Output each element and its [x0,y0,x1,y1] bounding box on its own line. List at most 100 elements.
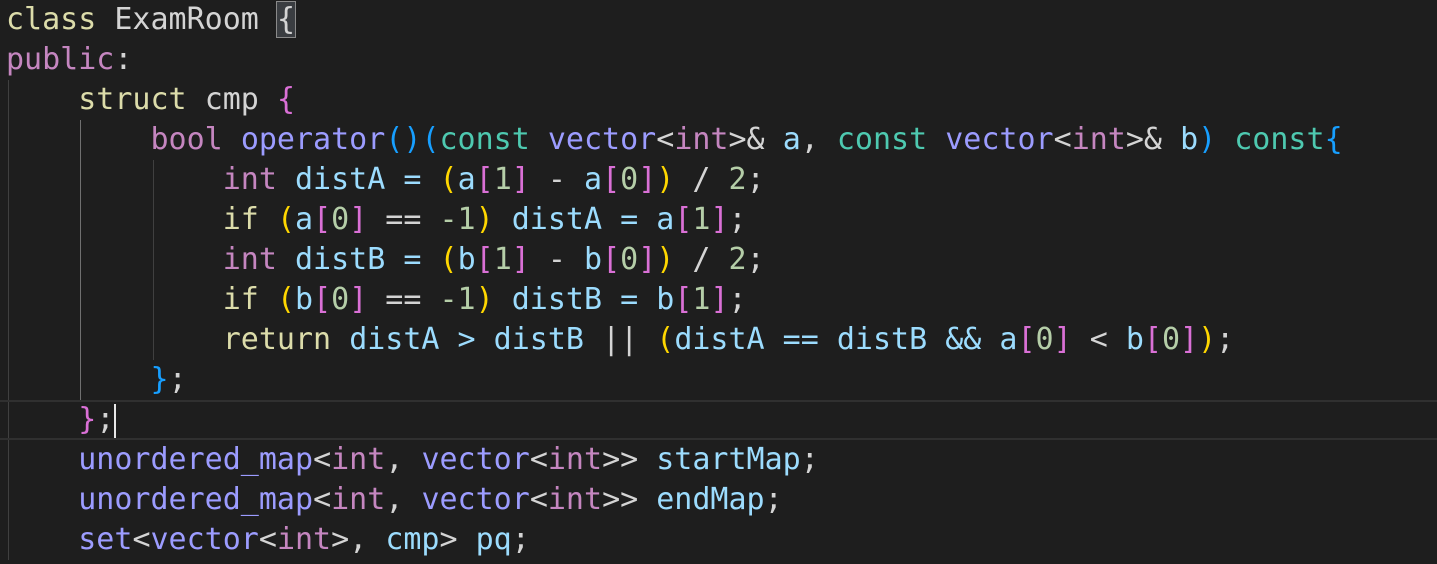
code-line[interactable]: return distA > distB || (distA == distB … [0,320,1437,360]
code-token: unordered_map [78,442,314,477]
code-token: >> [602,482,657,517]
indent-guide [8,480,9,520]
code-line[interactable]: }; [0,400,1437,440]
code-token: >, [331,522,386,557]
code-token: ; [96,402,115,437]
indent-guide [80,320,82,360]
code-line[interactable]: struct cmp { [0,80,1437,120]
code-token: [ [475,162,494,197]
code-token: struct [78,82,205,117]
code-token: distA = [493,202,657,237]
code-token: ( [421,122,440,157]
code-token: / [674,162,729,197]
code-token: ] [1053,322,1072,357]
code-token: ] [1180,322,1199,357]
code-line[interactable]: int distB = (b[1] - b[0]) / 2; [0,240,1437,280]
code-token: int [547,442,603,477]
indent-guide [8,160,9,200]
code-token: >& [1125,122,1181,157]
code-token: if [222,282,277,317]
code-token: cmp [204,82,277,117]
code-token: ; [1216,322,1235,357]
code-token: int [222,242,295,277]
code-token: unordered_map [78,482,314,517]
indent-guide [152,240,154,280]
code-token: , [800,122,837,157]
code-token: [ [475,242,494,277]
code-line[interactable]: }; [0,360,1437,400]
code-line[interactable]: unordered_map<int, vector<int>> endMap; [0,480,1437,520]
code-token: () [385,122,422,157]
code-line[interactable]: if (a[0] == -1) distA = a[1]; [0,200,1437,240]
code-token: ExamRoom [114,2,277,37]
code-token: vector [150,522,259,557]
code-token: int [331,442,386,477]
code-editor[interactable]: class ExamRoom {public: struct cmp { boo… [0,0,1437,564]
code-token: ( [276,282,295,317]
code-token: [ [1017,322,1036,357]
code-token: a [584,162,603,197]
code-token: ] [638,242,657,277]
code-token: ; [728,282,747,317]
code-token: < [529,442,548,477]
code-token: ; [764,482,783,517]
code-token: [ [674,202,693,237]
code-token: const [836,122,946,157]
code-token: < [529,482,548,517]
indent-guide [152,320,154,360]
code-token: b [457,242,476,277]
code-line[interactable]: unordered_map<int, vector<int>> startMap… [0,440,1437,480]
code-line[interactable]: if (b[0] == -1) distB = b[1]; [0,280,1437,320]
code-token: ; [800,442,819,477]
indent-guide [8,280,9,320]
code-token: set [78,522,133,557]
indent-guide [80,200,82,240]
code-token: - [529,242,584,277]
indent-guide [80,160,82,200]
code-token: || [602,322,657,357]
code-token: - [529,162,584,197]
code-token: int [674,122,729,157]
code-token: ( [656,322,675,357]
code-token: int [331,482,386,517]
indent-guide [8,360,9,400]
code-token: int [276,522,332,557]
code-token: 1 [493,242,512,277]
code-token: const [439,122,548,157]
indent-guide [152,280,154,320]
indent-guide [152,160,154,200]
code-line[interactable]: bool operator()(const vector<int>& a, co… [0,120,1437,160]
code-token: 1 [493,162,512,197]
code-token: vector [421,482,530,517]
code-line[interactable]: int distA = (a[1] - a[0]) / 2; [0,160,1437,200]
code-line[interactable]: public: [0,40,1437,80]
code-token: ] [638,162,657,197]
code-token: ; [728,202,747,237]
code-token: , [385,482,422,517]
code-token: 0 [331,282,350,317]
matched-bracket: { [275,1,297,38]
code-token: -1 [439,202,476,237]
indent-guide [8,120,9,160]
code-token: ) [656,162,675,197]
code-token: a [656,202,675,237]
code-token: 0 [620,242,639,277]
code-token: ; [511,522,530,557]
code-token: b [295,282,314,317]
code-token: } [150,362,169,397]
code-line[interactable]: class ExamRoom { [0,0,1437,40]
code-token: 0 [1035,322,1054,357]
code-token: 2 [728,162,747,197]
code-token: ) [475,282,494,317]
code-token: distA = [295,162,440,197]
code-line[interactable]: set<vector<int>, cmp> pq; [0,520,1437,560]
code-token: == [367,282,440,317]
code-token: [ [313,282,332,317]
code-token: / [674,242,729,277]
code-token: b [656,282,675,317]
